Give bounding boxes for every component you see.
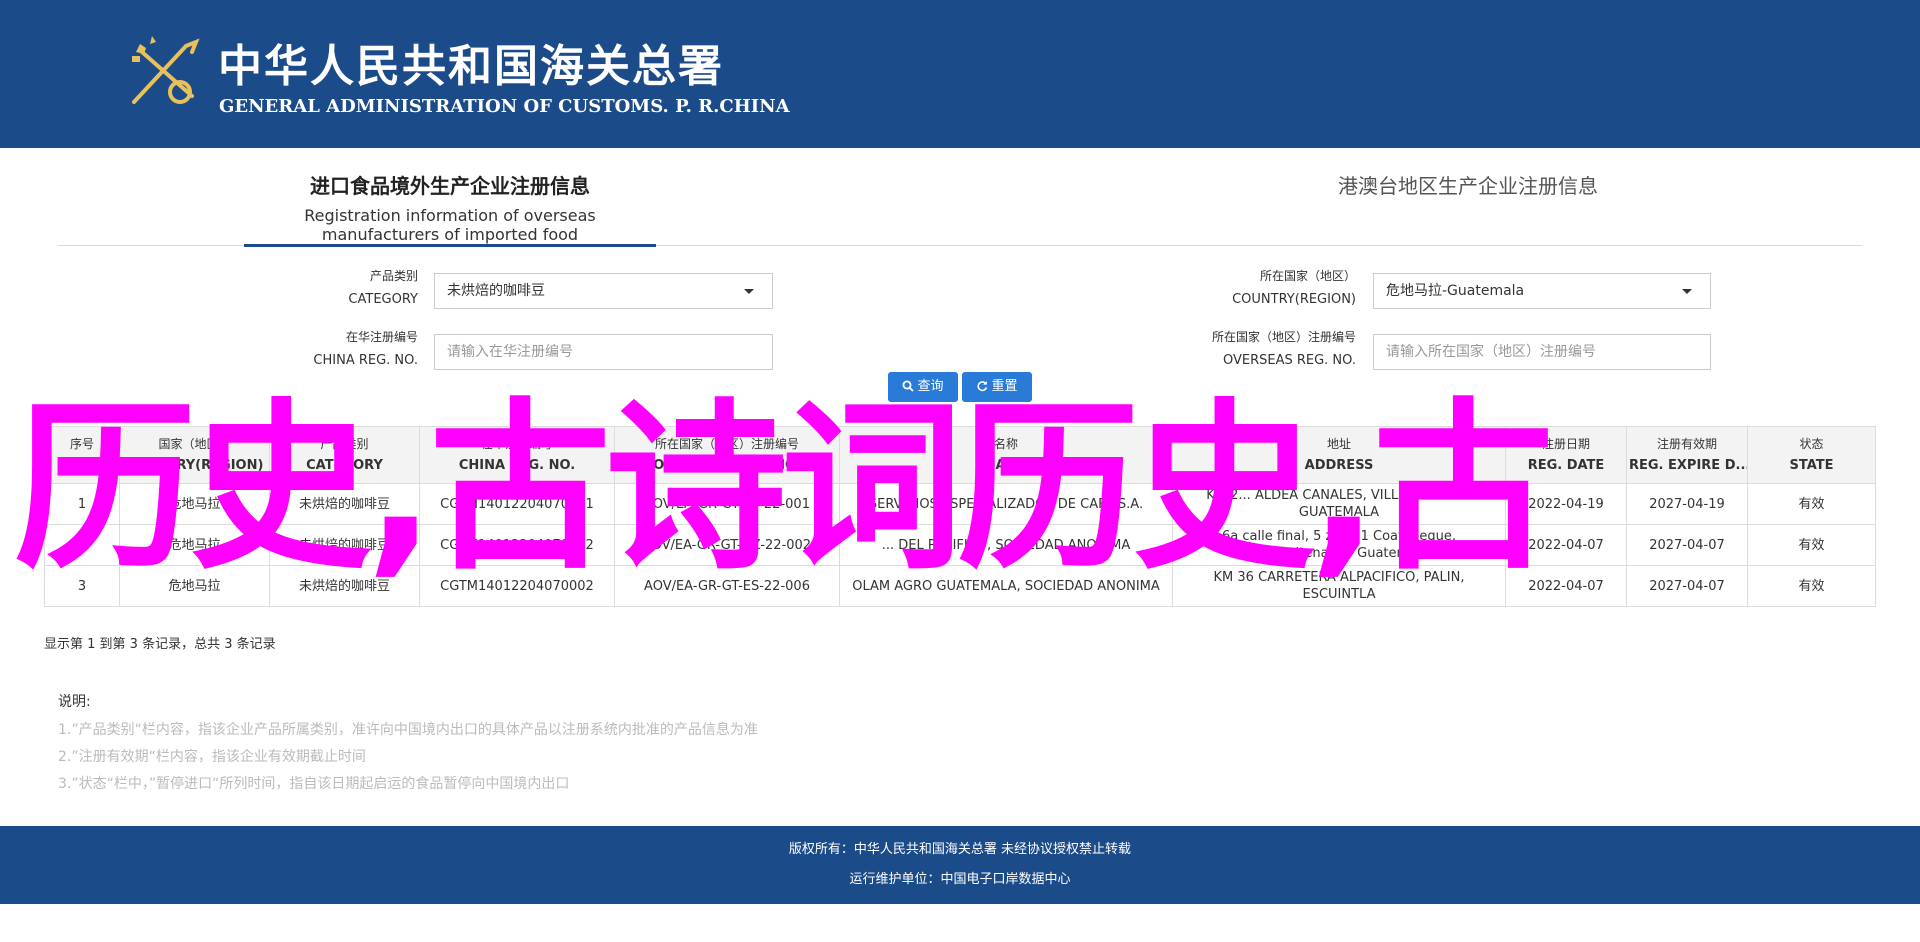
cell-overseas-reg: AOV/EA-GR-GT-DZ-22-002 <box>614 524 840 566</box>
site-footer: 版权所有：中华人民共和国海关总署 未经协议授权禁止转载 运行维护单位：中国电子口… <box>0 826 1920 904</box>
cell-reg-date: 2022-04-07 <box>1505 565 1627 607</box>
category-select-value: 未烘焙的咖啡豆 <box>447 283 545 299</box>
chevron-down-icon <box>744 289 754 294</box>
overseas-reg-input[interactable]: 请输入所在国家（地区）注册编号 <box>1373 334 1711 370</box>
overseas-reg-label: 所在国家（地区）注册编号 OVERSEAS REG. NO. <box>1211 330 1356 368</box>
table-row[interactable]: 1 危地马拉 未烘焙的咖啡豆 CGTM14012204070001 AOV/EA… <box>44 483 1876 525</box>
cell-address: KM 36 CARRETERA ALPACIFICO, PALIN, ESCUI… <box>1172 565 1506 607</box>
column-header-state[interactable]: 状态 STATE <box>1747 426 1876 484</box>
column-header-name[interactable]: 名称 NAME <box>839 426 1173 484</box>
china-reg-label: 在华注册编号 CHINA REG. NO. <box>313 330 418 368</box>
tab-overseas-manufacturers-en[interactable]: Registration information of overseas man… <box>244 206 656 244</box>
cell-address: KM 2... ALDEA CANALES, VILLA CANALES GUA… <box>1172 483 1506 525</box>
site-header: 中华人民共和国海关总署 GENERAL ADMINISTRATION OF CU… <box>0 0 1920 148</box>
cell-name: SERVICIOS ESPECIALIZADOS DE CAFE S.A. <box>839 483 1173 525</box>
refresh-icon <box>977 381 988 392</box>
country-label: 所在国家（地区） COUNTRY(REGION) <box>1232 269 1356 307</box>
note-line: 1.”产品类别“栏内容，指该企业产品所属类别，准许向中国境内出口的具体产品以注册… <box>58 722 758 738</box>
column-header-country[interactable]: 国家（地区） COUNTRY(REGION) <box>119 426 270 484</box>
cell-expire-date: 2027-04-07 <box>1626 565 1748 607</box>
pagination-info: 显示第 1 到第 3 条记录，总共 3 条记录 <box>44 637 276 652</box>
site-subtitle: GENERAL ADMINISTRATION OF CUSTOMS. P. R.… <box>219 96 790 117</box>
cell-china-reg: CGTM14012204070002 <box>419 524 615 566</box>
column-header-overseas-reg[interactable]: 所在国家（地区）注册编号 OVERSEAS REG. NO. <box>614 426 840 484</box>
table-header-row: 序号 NO. 国家（地区） COUNTRY(REGION) 产品类别 CATEGORY… <box>44 426 1876 484</box>
cell-overseas-reg: AOV/EA-GR-GT-ES-22-006 <box>614 565 840 607</box>
column-header-china-reg[interactable]: 在华注册编号 CHINA REG. NO. <box>419 426 615 484</box>
china-reg-placeholder: 请输入在华注册编号 <box>447 344 573 360</box>
tab-active-indicator <box>244 244 656 247</box>
cell-state: 有效 <box>1747 565 1876 607</box>
tab-hk-macao-taiwan[interactable]: 港澳台地区生产企业注册信息 <box>1208 170 1728 199</box>
note-line: 2.”注册有效期“栏内容，指该企业有效期截止时间 <box>58 749 366 765</box>
results-table: 序号 NO. 国家（地区） COUNTRY(REGION) 产品类别 CATEGORY… <box>44 426 1876 607</box>
search-icon <box>902 380 915 392</box>
cell-country: 危地马拉 <box>119 565 270 607</box>
cell-category: 未烘焙的咖啡豆 <box>269 483 420 525</box>
cell-expire-date: 2027-04-07 <box>1626 524 1748 566</box>
country-select-value: 危地马拉-Guatemala <box>1386 283 1525 299</box>
cell-reg-date: 2022-04-19 <box>1505 483 1627 525</box>
note-line: 3.”状态“栏中，”暂停进口“所列时间，指自该日期起启运的食品暂停向中国境内出口 <box>58 776 570 792</box>
cell-overseas-reg: AOV/EA-GR-GT-ES-22-001 <box>614 483 840 525</box>
search-button-label: 查询 <box>917 379 944 394</box>
cell-country: 危地马拉 <box>119 483 270 525</box>
table-row[interactable]: 2 危地马拉 未烘焙的咖啡豆 CGTM14012204070002 AOV/EA… <box>44 524 1876 566</box>
reset-button[interactable]: 重置 <box>962 372 1032 402</box>
cell-state: 有效 <box>1747 483 1876 525</box>
category-select[interactable]: 未烘焙的咖啡豆 <box>434 273 773 309</box>
copyright-text: 版权所有：中华人民共和国海关总署 未经协议授权禁止转载 <box>788 842 1132 857</box>
cell-no: 1 <box>44 483 120 525</box>
reset-button-label: 重置 <box>991 379 1018 394</box>
cell-address: 6a calle final, 5 zona 1 Coatepeque, Que… <box>1172 524 1506 566</box>
customs-emblem-icon <box>132 36 200 104</box>
cell-no: 2 <box>44 524 120 566</box>
table-row[interactable]: 3 危地马拉 未烘焙的咖啡豆 CGTM14012204070002 AOV/EA… <box>44 565 1876 607</box>
cell-country: 危地马拉 <box>119 524 270 566</box>
country-select[interactable]: 危地马拉-Guatemala <box>1373 273 1711 309</box>
site-title: 中华人民共和国海关总署 <box>218 41 724 92</box>
column-header-no[interactable]: 序号 NO. <box>44 426 120 484</box>
cell-china-reg: CGTM14012204070002 <box>419 565 615 607</box>
cell-category: 未烘焙的咖啡豆 <box>269 524 420 566</box>
cell-name: OLAM AGRO GUATEMALA, SOCIEDAD ANONIMA <box>839 565 1173 607</box>
search-button[interactable]: 查询 <box>888 372 958 402</box>
notes-title: 说明: <box>58 694 91 710</box>
tab-bar: 进口食品境外生产企业注册信息 Registration information … <box>58 148 1862 248</box>
china-reg-input[interactable]: 请输入在华注册编号 <box>434 334 773 370</box>
chevron-down-icon <box>1682 289 1692 294</box>
category-label: 产品类别 CATEGORY <box>348 269 418 307</box>
cell-state: 有效 <box>1747 524 1876 566</box>
cell-category: 未烘焙的咖啡豆 <box>269 565 420 607</box>
cell-expire-date: 2027-04-19 <box>1626 483 1748 525</box>
cell-no: 3 <box>44 565 120 607</box>
tab-overseas-manufacturers[interactable]: 进口食品境外生产企业注册信息 <box>244 170 656 199</box>
column-header-reg-date[interactable]: 注册日期 REG. DATE <box>1505 426 1627 484</box>
cell-china-reg: CGTM14012204070001 <box>419 483 615 525</box>
overseas-reg-placeholder: 请输入所在国家（地区）注册编号 <box>1386 344 1596 360</box>
cell-reg-date: 2022-04-07 <box>1505 524 1627 566</box>
column-header-address[interactable]: 地址 ADDRESS <box>1172 426 1506 484</box>
column-header-category[interactable]: 产品类别 CATEGORY <box>269 426 420 484</box>
cell-name: ... DEL PACIFICO, SOCIEDAD ANONIMA <box>839 524 1173 566</box>
column-header-expire-date[interactable]: 注册有效期 REG. EXPIRE D... <box>1626 426 1748 484</box>
maintainer-text: 运行维护单位：中国电子口岸数据中心 <box>849 872 1071 887</box>
